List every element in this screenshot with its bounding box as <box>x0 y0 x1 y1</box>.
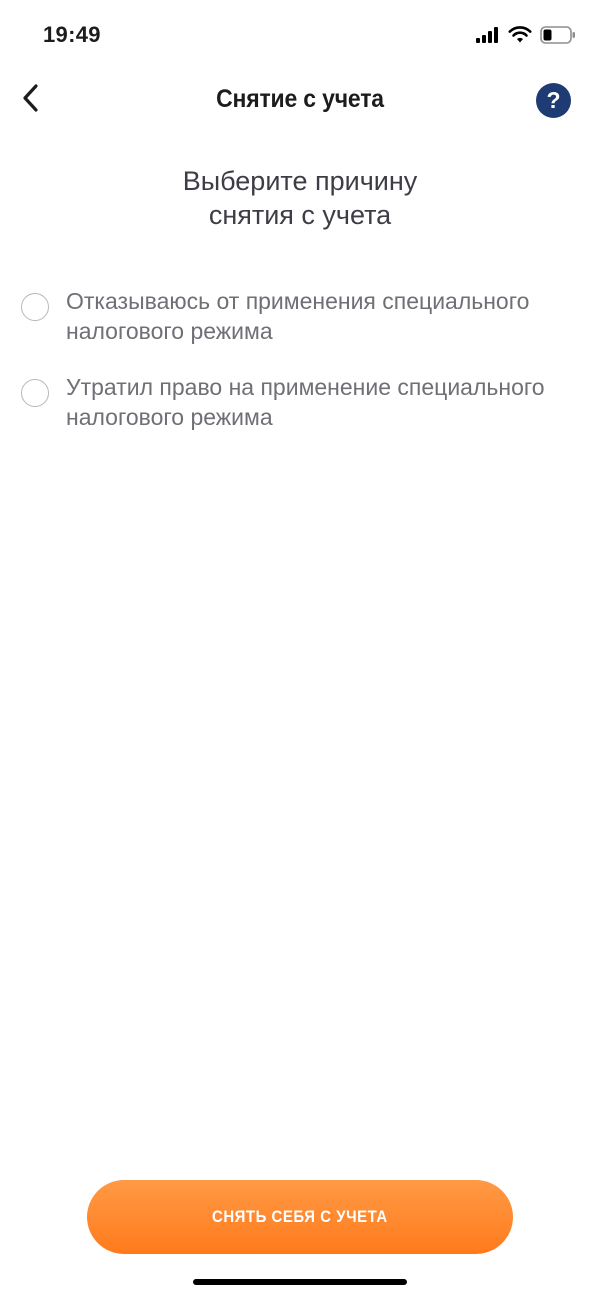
deregister-button[interactable]: СНЯТЬ СЕБЯ С УЧЕТА <box>87 1180 513 1254</box>
reason-option-label: Утратил право на применение специального… <box>66 374 545 430</box>
status-time: 19:49 <box>43 22 101 47</box>
radio-button[interactable] <box>21 379 49 407</box>
prompt-line-2: снятия с учета <box>208 200 392 230</box>
status-bar: 19:49 <box>0 0 600 70</box>
help-button[interactable]: ? <box>536 83 571 118</box>
nav-bar: Снятие с учета ? <box>0 76 600 126</box>
reason-option-label: Отказываюсь от применения специального н… <box>66 288 530 344</box>
question-mark-icon: ? <box>546 87 561 113</box>
radio-button[interactable] <box>21 293 49 321</box>
status-icons <box>476 24 576 46</box>
reason-option-lost-right[interactable]: Утратил право на применение специального… <box>0 372 600 432</box>
cellular-signal-icon <box>476 27 500 43</box>
reason-prompt: Выберите причину снятия с учета <box>100 164 500 232</box>
reason-option-opt-out[interactable]: Отказываюсь от применения специального н… <box>0 286 600 346</box>
battery-icon <box>540 26 576 44</box>
wifi-icon <box>508 26 532 44</box>
page-title: Снятие с учета <box>216 85 384 113</box>
deregister-button-label: СНЯТЬ СЕБЯ С УЧЕТА <box>212 1207 388 1226</box>
reason-options: Отказываюсь от применения специального н… <box>0 286 600 458</box>
prompt-line-1: Выберите причину <box>182 166 418 196</box>
home-indicator <box>193 1279 407 1285</box>
